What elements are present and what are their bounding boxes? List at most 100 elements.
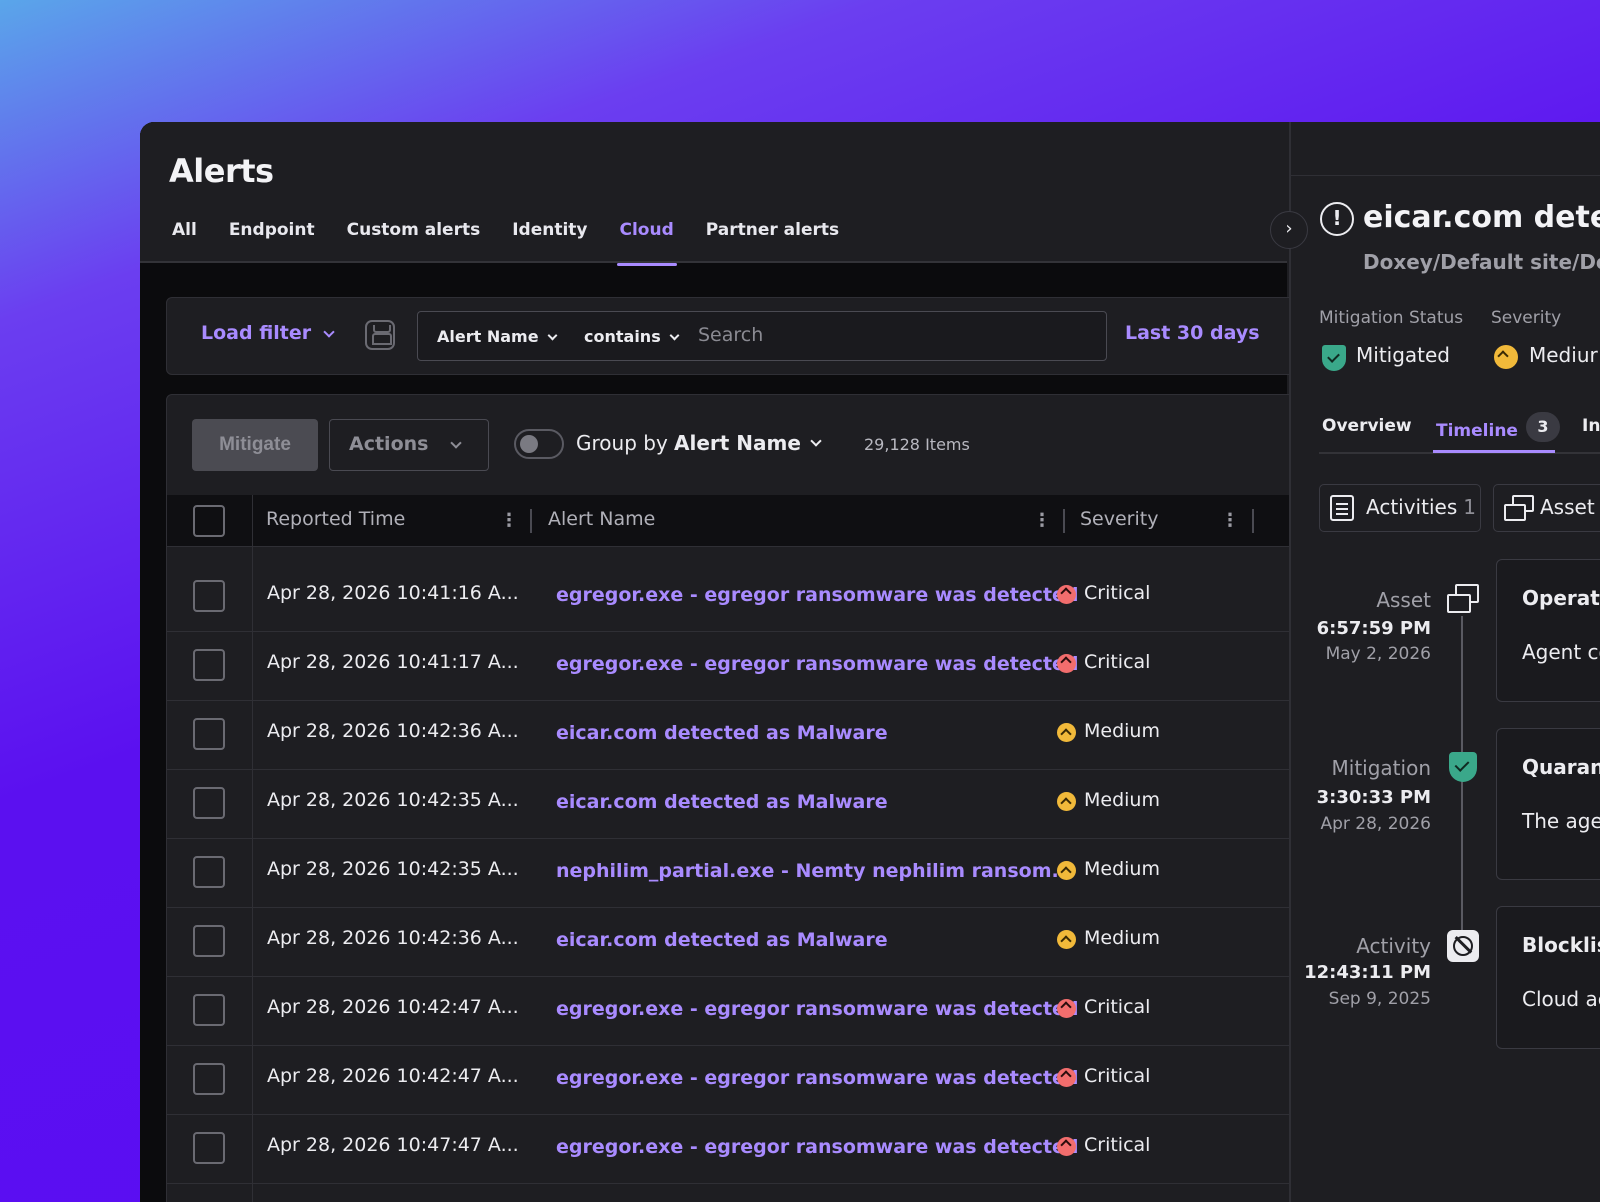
column-resize-handle[interactable] xyxy=(530,509,532,533)
severity-cell: Critical xyxy=(1057,1065,1150,1087)
collapse-panel-button[interactable]: › xyxy=(1270,211,1308,249)
severity-cell: Critical xyxy=(1057,1134,1150,1156)
detail-panel-topbar xyxy=(1291,122,1600,176)
group-by-selector[interactable]: Alert Name xyxy=(674,431,801,455)
event-card-body: Cloud ac xyxy=(1522,987,1600,1011)
tab-overview[interactable]: Overview xyxy=(1322,416,1412,436)
row-checkbox[interactable] xyxy=(193,994,225,1026)
chevron-down-icon xyxy=(547,330,557,341)
alert-name-link[interactable]: nephilim_partial.exe - Nemty nephilim ra… xyxy=(556,860,1073,882)
reported-time: Apr 28, 2026 10:42:36 A... xyxy=(267,927,519,949)
reported-time: Apr 28, 2026 10:42:47 A... xyxy=(267,996,519,1018)
activities-filter-chip[interactable]: Activities 1 xyxy=(1319,484,1481,532)
alert-name-link[interactable]: eicar.com detected as Malware xyxy=(556,722,888,744)
row-checkbox[interactable] xyxy=(193,580,225,612)
chevron-down-icon[interactable] xyxy=(810,435,822,447)
table-row[interactable]: Apr 28, 2026 10:42:47 A... egregor.exe -… xyxy=(167,1046,1297,1115)
column-menu-icon[interactable]: ⋮ xyxy=(1033,510,1051,531)
tab-timeline[interactable]: Timeline 3 xyxy=(1436,412,1560,446)
alert-name-link[interactable]: egregor.exe - egregor ransomware was det… xyxy=(556,998,1079,1020)
event-card-title: Quarant xyxy=(1522,755,1600,779)
reported-time: Apr 28, 2026 10:41:16 A... xyxy=(267,582,519,604)
tab-all[interactable]: All xyxy=(172,220,197,254)
block-icon xyxy=(1447,930,1479,962)
alerts-header: Alerts All Endpoint Custom alerts Identi… xyxy=(140,122,1287,266)
tab-partner-alerts[interactable]: Partner alerts xyxy=(706,220,839,254)
column-resize-handle[interactable] xyxy=(1063,509,1065,533)
table-row[interactable]: Apr 28, 2026 10:42:35 A... nephilim_part… xyxy=(167,839,1297,908)
search-input[interactable]: Search xyxy=(698,324,763,346)
operator-selector[interactable]: contains xyxy=(584,327,680,346)
reported-time: Apr 28, 2026 10:47:47 A... xyxy=(267,1134,519,1156)
severity-value: Mediur xyxy=(1529,343,1598,367)
row-checkbox[interactable] xyxy=(193,649,225,681)
severity-cell: Medium xyxy=(1057,720,1160,742)
select-all-checkbox[interactable] xyxy=(193,505,225,537)
filter-bar: Load filter Alert Name contains Search L… xyxy=(166,297,1296,375)
medium-severity-icon xyxy=(1057,861,1076,880)
group-by-toggle[interactable] xyxy=(514,429,564,459)
timeline-event-card[interactable]: Operati Agent co xyxy=(1496,559,1600,702)
timeline-event-card[interactable]: Blocklis Cloud ac xyxy=(1496,906,1600,1049)
table-row[interactable]: Apr 28, 2026 10:42:47 A... egregor.exe -… xyxy=(167,977,1297,1046)
table-row[interactable]: Apr 28, 2026 10:47:47 A... egregor.exe -… xyxy=(167,1115,1297,1184)
timeline-event-time: 6:57:59 PM xyxy=(1316,618,1431,639)
event-card-title: Operati xyxy=(1522,586,1600,610)
alert-name-link[interactable]: egregor.exe - egregor ransomware was det… xyxy=(556,1067,1079,1089)
actions-dropdown[interactable]: Actions xyxy=(329,419,489,471)
timeline-event-date: Apr 28, 2026 xyxy=(1320,814,1431,834)
alert-name-link[interactable]: egregor.exe - egregor ransomware was det… xyxy=(556,584,1079,606)
critical-severity-icon xyxy=(1057,1137,1076,1156)
severity-cell: Critical xyxy=(1057,996,1150,1018)
chevron-down-icon[interactable] xyxy=(323,326,335,338)
column-menu-icon[interactable]: ⋮ xyxy=(500,510,518,531)
tab-identity[interactable]: Identity xyxy=(512,220,587,254)
timeline-event-card[interactable]: Quarant The agen xyxy=(1496,728,1600,880)
column-resize-handle[interactable] xyxy=(1252,509,1254,533)
timeline-event-date: May 2, 2026 xyxy=(1325,644,1431,664)
column-menu-icon[interactable]: ⋮ xyxy=(1221,510,1239,531)
table-row[interactable]: Apr 28, 2026 10:42:35 A... eicar.com det… xyxy=(167,770,1297,839)
column-header-severity[interactable]: Severity xyxy=(1080,508,1158,530)
mitigate-button[interactable]: Mitigate xyxy=(192,419,318,471)
load-filter-dropdown[interactable]: Load filter xyxy=(201,322,311,344)
critical-severity-icon xyxy=(1057,1068,1076,1087)
reported-time: Apr 28, 2026 10:42:36 A... xyxy=(267,720,519,742)
tab-custom-alerts[interactable]: Custom alerts xyxy=(347,220,481,254)
severity-cell: Medium xyxy=(1057,858,1160,880)
row-checkbox[interactable] xyxy=(193,787,225,819)
critical-severity-icon xyxy=(1057,999,1076,1018)
column-header-reported-time[interactable]: Reported Time xyxy=(266,508,405,530)
table-row[interactable]: Apr 28, 2026 10:42:36 A... eicar.com det… xyxy=(167,908,1297,977)
row-checkbox[interactable] xyxy=(193,925,225,957)
alert-name-link[interactable]: eicar.com detected as Malware xyxy=(556,929,888,951)
search-box[interactable]: Alert Name contains Search xyxy=(417,311,1107,361)
timeline-event-type: Activity xyxy=(1356,934,1431,958)
alert-name-link[interactable]: egregor.exe - egregor ransomware was det… xyxy=(556,1136,1079,1158)
tab-endpoint[interactable]: Endpoint xyxy=(229,220,315,254)
asset-filter-chip[interactable]: Asset xyxy=(1493,484,1600,532)
row-checkbox[interactable] xyxy=(193,1132,225,1164)
column-header-alert-name[interactable]: Alert Name xyxy=(548,508,655,530)
date-range-picker[interactable]: Last 30 days xyxy=(1125,322,1260,344)
table-row[interactable]: Apr 28, 2026 10:42:36 A... eicar.com det… xyxy=(167,701,1297,770)
document-icon xyxy=(1330,495,1354,521)
field-selector[interactable]: Alert Name xyxy=(437,327,557,346)
table-row[interactable]: Apr 28, 2026 10:41:17 A... egregor.exe -… xyxy=(167,632,1297,701)
medium-severity-icon xyxy=(1057,723,1076,742)
asset-icon xyxy=(1504,495,1534,521)
row-checkbox[interactable] xyxy=(193,1063,225,1095)
row-checkbox[interactable] xyxy=(193,856,225,888)
mitigation-status-value: Mitigated xyxy=(1356,343,1451,367)
medium-severity-icon xyxy=(1057,930,1076,949)
row-checkbox[interactable] xyxy=(193,718,225,750)
alert-name-link[interactable]: eicar.com detected as Malware xyxy=(556,791,888,813)
alerts-table-container: Mitigate Actions Group by Alert Name 29,… xyxy=(166,394,1297,1202)
medium-severity-icon xyxy=(1494,345,1518,369)
save-filter-icon[interactable] xyxy=(365,320,395,350)
tab-cloud[interactable]: Cloud xyxy=(616,220,678,266)
severity-cell: Critical xyxy=(1057,651,1150,673)
table-row[interactable]: Apr 28, 2026 10:41:16 A... egregor.exe -… xyxy=(167,563,1297,632)
alert-name-link[interactable]: egregor.exe - egregor ransomware was det… xyxy=(556,653,1079,675)
tab-more[interactable]: In xyxy=(1582,416,1600,436)
